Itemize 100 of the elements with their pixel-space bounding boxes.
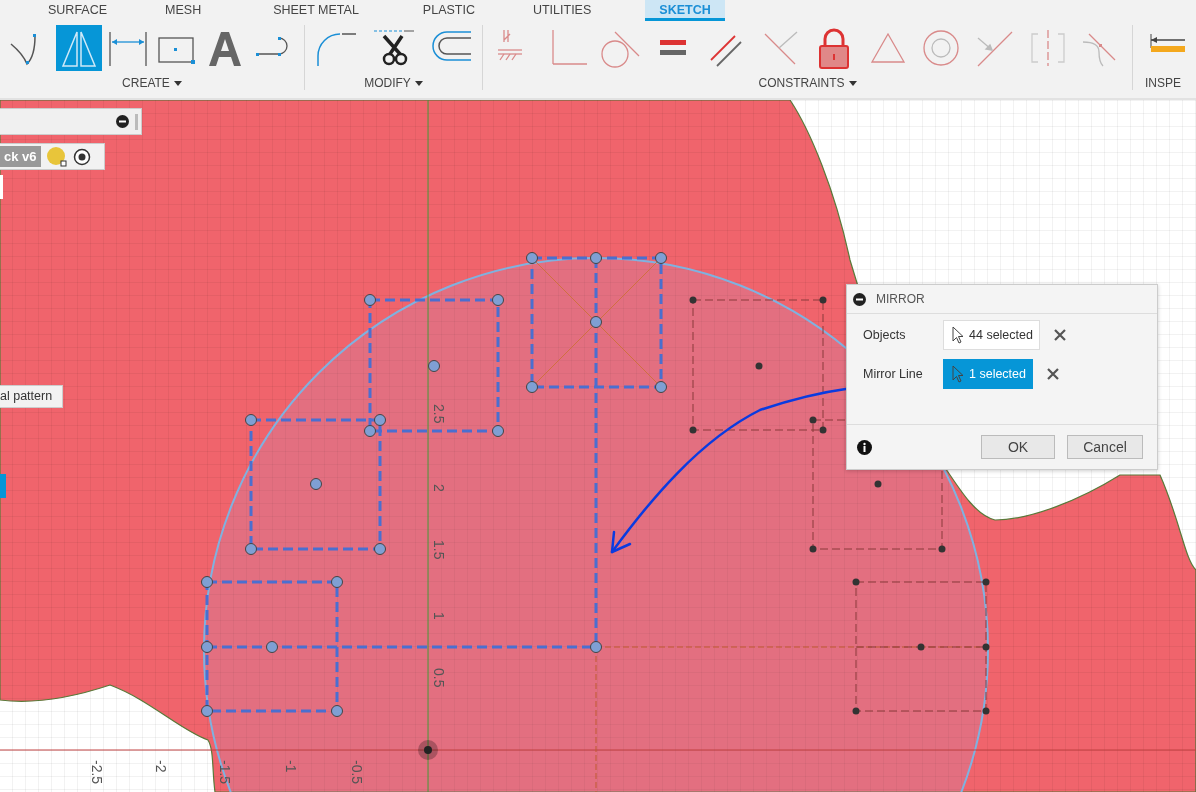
dialog-title: MIRROR	[876, 292, 925, 306]
sketch-point	[364, 425, 376, 437]
sketch-point	[982, 578, 990, 586]
axis-label: -1	[283, 760, 299, 773]
sketch-point	[590, 252, 602, 264]
sketch-point	[982, 707, 990, 715]
group-label: CONSTRAINTS	[758, 76, 845, 90]
offset-icon	[432, 31, 472, 61]
sketch-point	[852, 578, 860, 586]
concentric-icon	[923, 30, 959, 66]
panel-edge	[0, 175, 3, 199]
sketch-point	[245, 543, 257, 555]
axis-label: 2.5	[431, 404, 447, 424]
dimension-icon	[109, 31, 147, 67]
sketch-point	[374, 543, 386, 555]
sketch-point	[874, 480, 882, 488]
dialog-button[interactable]: OK	[981, 435, 1055, 459]
sketch-point	[201, 705, 213, 717]
component-label: ck v6	[0, 146, 41, 167]
field-label: Objects	[863, 328, 907, 342]
midpoint-icon	[977, 31, 1013, 67]
mirror-icon	[62, 31, 97, 67]
fillet-icon	[317, 33, 357, 67]
caret-icon	[848, 80, 857, 86]
measure-icon	[1150, 33, 1185, 52]
tangent-icon	[601, 31, 640, 68]
sketch-point	[917, 643, 925, 651]
collapse-icon[interactable]	[853, 292, 866, 306]
axis-label: -2.5	[89, 760, 105, 785]
sketch-point	[492, 294, 504, 306]
radio-icon[interactable]	[72, 147, 91, 166]
axis-label: -0.5	[349, 760, 365, 785]
axis-label: -1.5	[217, 760, 233, 785]
selection-count: 1 selected	[969, 367, 1026, 381]
axis-label: 2	[431, 484, 447, 492]
symmetry-icon	[1030, 29, 1065, 67]
dialog-button[interactable]: Cancel	[1067, 435, 1143, 459]
collapse-icon[interactable]	[116, 115, 129, 128]
tab[interactable]: SHEET METAL	[259, 0, 373, 21]
sketch-point	[245, 414, 257, 426]
sketch-point	[310, 478, 322, 490]
sketch-point	[428, 360, 440, 372]
caret-icon	[173, 80, 182, 86]
sketch-point	[590, 641, 602, 653]
cursor-icon	[952, 326, 964, 344]
sketch-point	[655, 381, 667, 393]
sketch-point	[819, 296, 827, 304]
axis-label: 1.5	[431, 540, 447, 560]
sketch-point	[526, 252, 538, 264]
group-label: INSPE	[1145, 76, 1181, 90]
sketch-point	[938, 545, 946, 553]
sketch-point	[590, 316, 602, 328]
curvature-icon	[1082, 33, 1116, 67]
sketch-point	[364, 294, 376, 306]
equal-icon	[660, 40, 687, 55]
triangle-icon	[870, 32, 905, 63]
close-icon[interactable]	[1053, 329, 1066, 341]
caret-icon	[414, 80, 423, 86]
badge-icon	[46, 146, 67, 167]
point-icon	[158, 37, 196, 64]
axis-label: 0.5	[431, 668, 447, 688]
angle-icon	[764, 31, 798, 65]
cursor-icon	[952, 365, 964, 383]
tab[interactable]: MESH	[151, 0, 216, 21]
grip-icon	[135, 113, 138, 130]
sketch-point	[492, 425, 504, 437]
text-icon	[208, 32, 241, 66]
sketch-point	[982, 643, 990, 651]
sketch-point	[331, 576, 343, 588]
tab[interactable]: UTILITIES	[518, 0, 606, 21]
sketch-point	[655, 252, 667, 264]
sketch-point	[331, 705, 343, 717]
sketch-point	[755, 362, 763, 370]
spline-icon	[10, 34, 36, 65]
group-label: MODIFY	[364, 76, 411, 90]
tab[interactable]: SURFACE	[34, 0, 122, 21]
sketch-point	[852, 707, 860, 715]
sketch-point	[201, 576, 213, 588]
sketch-point	[201, 641, 213, 653]
sketch-point	[809, 545, 817, 553]
horizontal-icon	[497, 29, 523, 61]
group-label: CREATE	[122, 76, 170, 90]
origin-icon	[418, 740, 438, 760]
sketch-point	[266, 641, 278, 653]
sketch-point	[526, 381, 538, 393]
selection-field[interactable]: 44 selected	[943, 320, 1040, 350]
field-label: Mirror Line	[863, 367, 924, 381]
sketch-point	[689, 296, 697, 304]
selection-count: 44 selected	[969, 328, 1033, 342]
sketch-point	[374, 414, 386, 426]
tab[interactable]: PLASTIC	[408, 0, 489, 21]
axis-label: 1	[431, 612, 447, 620]
close-icon[interactable]	[1047, 368, 1059, 380]
slot-icon	[255, 37, 288, 56]
axis-label: -2	[153, 760, 169, 773]
fix-icon	[819, 28, 850, 69]
perpendicular-icon	[552, 29, 588, 65]
sketch-point	[689, 426, 697, 434]
tooltip: al pattern	[0, 385, 64, 408]
sketch-point	[809, 416, 817, 424]
